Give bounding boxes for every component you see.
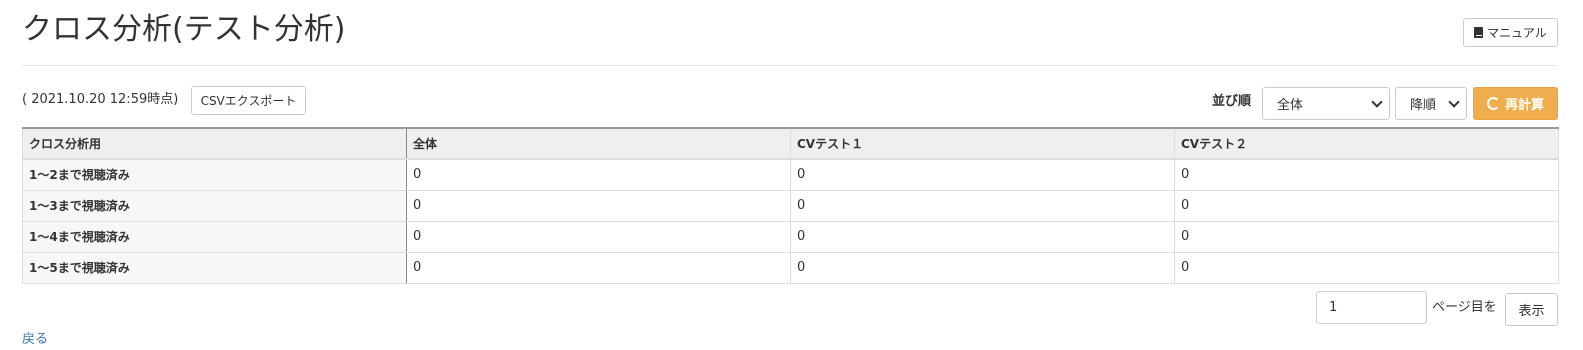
table-row: 1〜5まで視聴済み 0 0 0 xyxy=(22,252,1559,284)
sort-order-select[interactable]: 降順 xyxy=(1395,87,1467,120)
page-number-input[interactable] xyxy=(1316,291,1427,324)
table-cell: 0 xyxy=(406,221,791,253)
table-cell: 0 xyxy=(790,252,1175,284)
table-cell: 0 xyxy=(790,159,1175,191)
table-cell: 0 xyxy=(406,190,791,222)
recalculate-button[interactable]: 再計算 xyxy=(1473,87,1558,120)
show-page-button[interactable]: 表示 xyxy=(1505,293,1558,326)
row-label: 1〜3まで視聴済み xyxy=(22,190,407,222)
column-header: クロス分析用 xyxy=(22,127,407,160)
refresh-icon xyxy=(1486,97,1500,110)
header-divider xyxy=(22,65,1558,66)
book-icon xyxy=(1474,27,1484,38)
sort-label: 並び順 xyxy=(1212,94,1252,109)
back-link[interactable]: 戻る xyxy=(22,330,48,350)
table-cell: 0 xyxy=(406,159,791,191)
row-label: 1〜5まで視聴済み xyxy=(22,252,407,284)
table-header-row: クロス分析用 全体 CVテスト１ CVテスト２ xyxy=(22,127,1559,160)
table-cell: 0 xyxy=(1174,190,1559,222)
table-row: 1〜3まで視聴済み 0 0 0 xyxy=(22,190,1559,222)
table-cell: 0 xyxy=(1174,159,1559,191)
csv-export-button[interactable]: CSVエクスポート xyxy=(191,86,306,115)
sort-scope-select[interactable]: 全体 xyxy=(1262,87,1390,120)
table-row: 1〜2まで視聴済み 0 0 0 xyxy=(22,159,1559,191)
table-cell: 0 xyxy=(1174,221,1559,253)
column-header: 全体 xyxy=(406,127,791,160)
page-title: クロス分析(テスト分析) xyxy=(22,12,346,47)
row-label: 1〜4まで視聴済み xyxy=(22,221,407,253)
table-cell: 0 xyxy=(790,190,1175,222)
table-row: 1〜4まで視聴済み 0 0 0 xyxy=(22,221,1559,253)
table-cell: 0 xyxy=(406,252,791,284)
page-suffix-label: ページ目を xyxy=(1432,300,1497,315)
cross-analysis-table: クロス分析用 全体 CVテスト１ CVテスト２ 1〜2まで視聴済み 0 0 0 … xyxy=(22,127,1559,284)
sort-scope-value: 全体 xyxy=(1277,98,1304,113)
chevron-down-icon xyxy=(1371,95,1383,108)
chevron-down-icon xyxy=(1448,95,1460,108)
row-label: 1〜2まで視聴済み xyxy=(22,159,407,191)
manual-button-label: マニュアル xyxy=(1487,26,1547,40)
sort-order-value: 降順 xyxy=(1410,98,1437,113)
timestamp: ( 2021.10.20 12:59時点) xyxy=(22,92,179,107)
table-cell: 0 xyxy=(1174,252,1559,284)
manual-button[interactable]: マニュアル xyxy=(1463,18,1558,47)
column-header: CVテスト１ xyxy=(790,127,1175,160)
recalculate-button-label: 再計算 xyxy=(1504,97,1544,112)
table-cell: 0 xyxy=(790,221,1175,253)
column-header: CVテスト２ xyxy=(1174,127,1559,160)
